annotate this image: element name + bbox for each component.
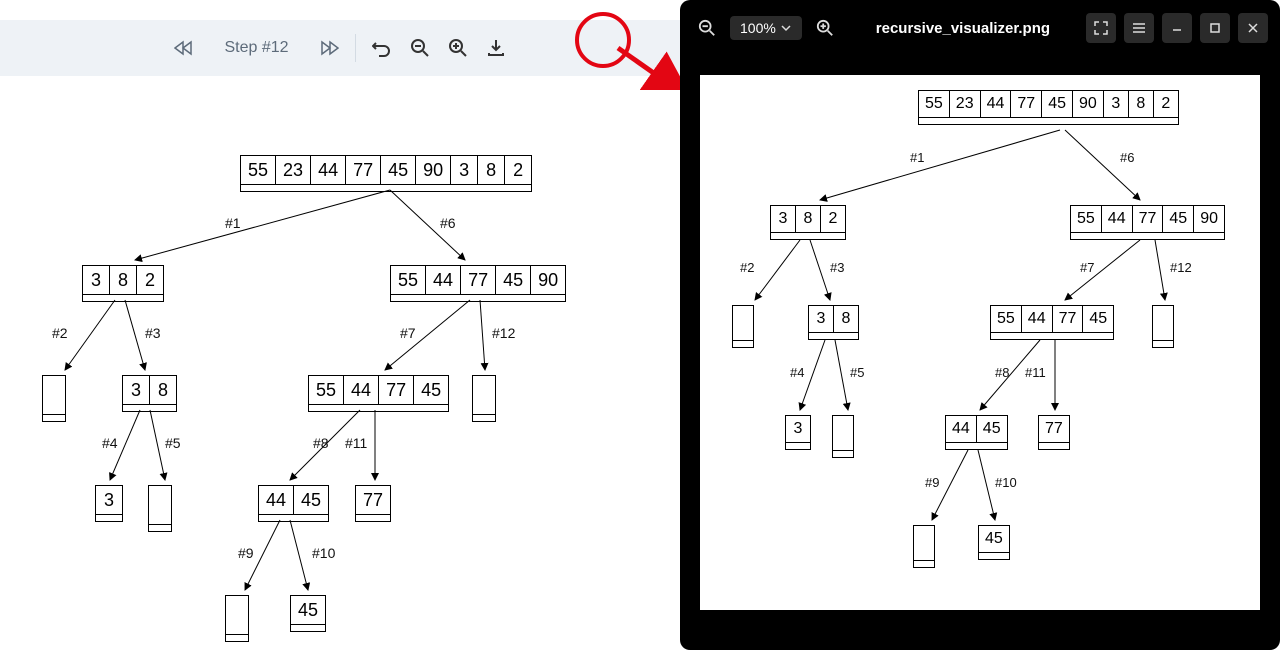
undo-button[interactable] (366, 32, 398, 64)
visualizer-toolbar: Step #12 (0, 20, 680, 76)
viewer-filename: recursive_visualizer.png (876, 20, 1050, 37)
edge-label: #6 (440, 215, 456, 231)
edge-label: #8 (313, 435, 329, 451)
node-empty (472, 375, 496, 422)
node-root: 552344774590382 (240, 155, 532, 192)
step-display: Step #12 (206, 39, 306, 57)
node-77: 77 (355, 485, 391, 522)
viewer-maximize-button[interactable] (1200, 13, 1230, 43)
edge-label: #12 (492, 325, 515, 341)
node-empty (148, 485, 172, 532)
edge-label: #9 (238, 545, 254, 561)
edge-label: #10 (312, 545, 335, 561)
image-viewer-window: 100% recursive_visualizer.png (680, 0, 1280, 650)
node-4445: 4445 (258, 485, 329, 522)
node-empty (225, 595, 249, 642)
node-45: 45 (290, 595, 326, 632)
zoom-in-button[interactable] (442, 32, 474, 64)
viewer-titlebar: 100% recursive_visualizer.png (680, 0, 1280, 56)
node-55447745: 55447745 (308, 375, 449, 412)
zoom-out-button[interactable] (404, 32, 436, 64)
node-empty (42, 375, 66, 422)
edge-label: #11 (345, 435, 367, 451)
step-first-button[interactable] (168, 32, 200, 64)
viewer-fullscreen-button[interactable] (1086, 13, 1116, 43)
viewer-image-content: 552344774590382 #1 #6 382 5544774590 #2 … (700, 75, 1260, 610)
viewer-close-button[interactable] (1238, 13, 1268, 43)
chevron-down-icon (780, 23, 792, 33)
viewer-menu-button[interactable] (1124, 13, 1154, 43)
edge-label: #5 (165, 435, 181, 451)
viewer-zoom-out-button[interactable] (692, 13, 722, 43)
node-right: 5544774590 (390, 265, 566, 302)
download-button[interactable] (480, 32, 512, 64)
node-3: 3 (95, 485, 123, 522)
edge-label: #1 (225, 215, 241, 231)
edge-label: #2 (52, 325, 68, 341)
viewer-zoom-value: 100% (740, 20, 776, 36)
edge-label: #3 (145, 325, 161, 341)
node-left: 382 (82, 265, 164, 302)
node-38: 38 (122, 375, 177, 412)
viewer-minimize-button[interactable] (1162, 13, 1192, 43)
viewer-zoom-in-button[interactable] (810, 13, 840, 43)
viewer-zoom-dropdown[interactable]: 100% (730, 16, 802, 40)
step-last-button[interactable] (313, 32, 345, 64)
edge-label: #7 (400, 325, 416, 341)
visualizer-canvas: 552344774590382 #1 #6 382 5544774590 #2 … (0, 90, 680, 650)
edge-label: #4 (102, 435, 118, 451)
